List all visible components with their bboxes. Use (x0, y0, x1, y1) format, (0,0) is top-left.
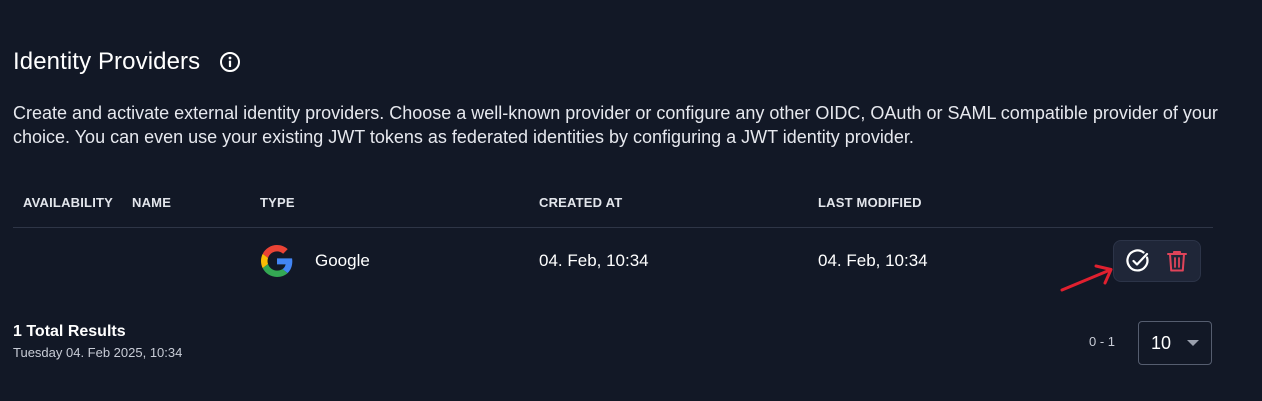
annotation-arrow-icon (1060, 264, 1113, 292)
column-header-name[interactable]: NAME (132, 195, 171, 210)
provider-type: Google (315, 251, 370, 270)
google-icon (261, 245, 293, 277)
delete-trash-icon[interactable] (1162, 246, 1192, 276)
results-summary: 1 Total Results Tuesday 04. Feb 2025, 10… (13, 323, 182, 360)
table-header: AVAILABILITY NAME TYPE CREATED AT LAST M… (13, 180, 1213, 228)
last-modified: 04. Feb, 10:34 (818, 251, 928, 270)
page-size-select[interactable]: 10 (1138, 321, 1212, 365)
page-description: Create and activate external identity pr… (13, 103, 1218, 147)
providers-table: AVAILABILITY NAME TYPE CREATED AT LAST M… (13, 180, 1213, 294)
column-header-created-at[interactable]: CREATED AT (539, 195, 622, 210)
info-icon[interactable] (219, 51, 241, 73)
column-header-availability[interactable]: AVAILABILITY (23, 195, 113, 210)
identity-providers-page: Identity Providers Create and activate e… (0, 0, 1262, 401)
table-row[interactable]: Google 04. Feb, 10:34 04. Feb, 10:34 (13, 228, 1213, 294)
created-at: 04. Feb, 10:34 (539, 251, 649, 270)
page-title: Identity Providers (13, 48, 201, 75)
column-header-type[interactable]: TYPE (260, 195, 295, 210)
page-size-value: 10 (1151, 332, 1172, 353)
results-timestamp: Tuesday 04. Feb 2025, 10:34 (13, 345, 183, 360)
title-row: Identity Providers (13, 48, 241, 76)
chevron-down-icon (1187, 340, 1199, 346)
total-results: 1 Total Results (13, 323, 126, 340)
row-actions (1113, 240, 1201, 282)
pagination-range: 0 - 1 (1089, 334, 1116, 349)
column-header-last-modified[interactable]: LAST MODIFIED (818, 195, 922, 210)
activate-check-icon[interactable] (1123, 246, 1153, 276)
